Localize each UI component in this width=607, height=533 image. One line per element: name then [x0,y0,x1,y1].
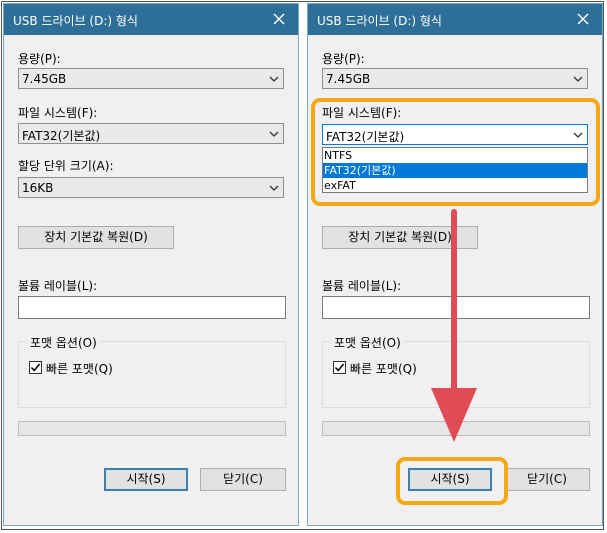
volume-label-caption: 볼륨 레이블(L): [18,279,98,293]
file-system-value: FAT32(기본값) [22,129,101,143]
close-icon[interactable] [574,10,592,28]
chevron-down-icon [269,76,279,82]
file-system-highlight [311,98,600,206]
start-button-highlight [396,457,508,505]
capacity-value: 7.45GB [22,72,67,86]
close-button[interactable]: 닫기(C) [200,468,286,491]
format-options-group: 포맷 옵션(O) 빠른 포맷(Q) [322,334,590,408]
capacity-value: 7.45GB [326,72,371,86]
capacity-label: 용량(P): [18,52,61,66]
format-progress-bar [322,421,590,436]
capacity-label: 용량(P): [322,52,365,66]
format-options-group: 포맷 옵션(O) 빠른 포맷(Q) [18,334,286,408]
format-dialog-left: USB 드라이브 (D:) 형식 용량(P): 7.45GB 파일 시스템(F)… [3,3,299,526]
close-icon[interactable] [270,10,288,28]
checkmark-icon [30,363,41,372]
title-bar: USB 드라이브 (D:) 형식 [308,4,602,35]
capacity-select[interactable]: 7.45GB [18,68,284,89]
file-system-select[interactable]: FAT32(기본값) [18,123,284,144]
volume-label-input[interactable] [18,296,286,319]
restore-defaults-button[interactable]: 장치 기본값 복원(D) [322,226,478,249]
volume-label-input[interactable] [322,296,590,319]
allocation-unit-select[interactable]: 16KB [18,177,284,198]
chevron-down-icon [269,131,279,137]
format-options-label: 포맷 옵션(O) [27,334,100,351]
quick-format-label: 빠른 포맷(Q) [46,362,113,376]
window-title: USB 드라이브 (D:) 형식 [13,14,138,28]
capacity-select[interactable]: 7.45GB [322,68,588,89]
quick-format-checkbox[interactable] [29,361,42,374]
quick-format-label: 빠른 포맷(Q) [350,362,417,376]
volume-label-caption: 볼륨 레이블(L): [322,279,402,293]
format-dialog-right: USB 드라이브 (D:) 형식 용량(P): 7.45GB 파일 시스템(F)… [307,3,603,526]
window-title: USB 드라이브 (D:) 형식 [317,14,442,28]
allocation-unit-value: 16KB [22,181,54,195]
close-button[interactable]: 닫기(C) [504,468,590,491]
start-button[interactable]: 시작(S) [104,468,188,491]
checkmark-icon [334,363,345,372]
restore-defaults-button[interactable]: 장치 기본값 복원(D) [18,226,174,249]
title-bar: USB 드라이브 (D:) 형식 [4,4,298,35]
format-progress-bar [18,421,286,436]
chevron-down-icon [269,185,279,191]
chevron-down-icon [573,76,583,82]
file-system-label: 파일 시스템(F): [18,106,98,120]
allocation-unit-label: 할당 단위 크기(A): [18,159,114,173]
quick-format-checkbox[interactable] [333,361,346,374]
format-options-label: 포맷 옵션(O) [331,334,404,351]
